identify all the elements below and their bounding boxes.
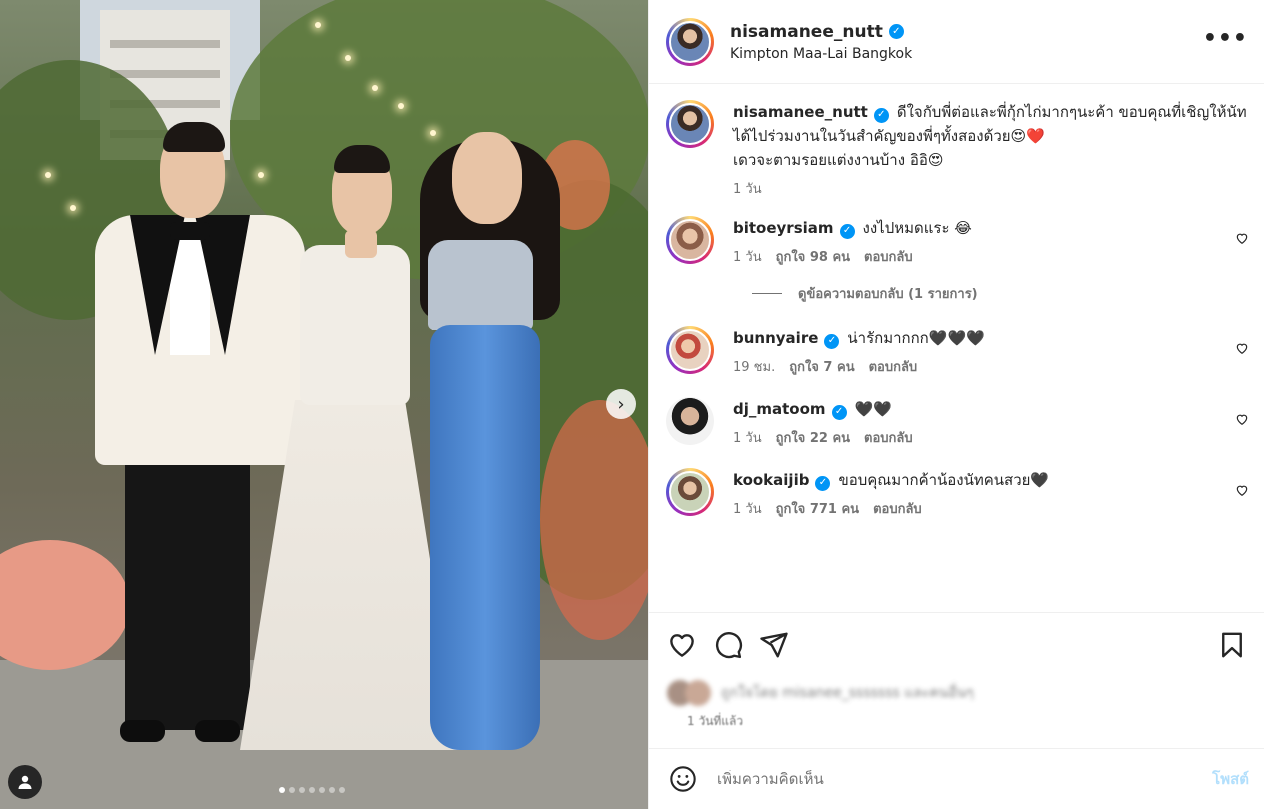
carousel-dot[interactable] <box>299 787 305 793</box>
carousel-dot[interactable] <box>319 787 325 793</box>
add-comment-bar: โพสต์ <box>649 748 1264 809</box>
string-light <box>430 130 436 136</box>
comment-time: 19 ชม. <box>733 360 776 375</box>
guest-face <box>452 132 522 224</box>
divider <box>752 293 782 294</box>
more-options-icon[interactable]: ••• <box>1203 26 1248 51</box>
string-light <box>45 172 51 178</box>
carousel-dot[interactable] <box>279 787 285 793</box>
user-icon <box>18 775 32 789</box>
like-heart-icon[interactable] <box>667 630 697 660</box>
guest-skirt <box>430 325 540 750</box>
comment: dj_matoom ✓ 🖤🖤 1 วัน ถูกใจ 22 คน ตอบกลับ <box>666 397 1249 448</box>
comment-likes[interactable]: ถูกใจ 771 คน <box>776 498 859 519</box>
post-comment-button[interactable]: โพสต์ <box>1212 767 1249 791</box>
string-light <box>345 55 351 61</box>
verified-badge-icon: ✓ <box>873 107 889 123</box>
comment-text: ขอบคุณมากค้าน้องนัทคนสวย🖤 <box>838 471 1050 489</box>
heart-icon[interactable] <box>1235 231 1249 249</box>
verified-badge-icon: ✓ <box>824 333 840 349</box>
reply-button[interactable]: ตอบกลับ <box>873 498 922 519</box>
verified-badge-icon: ✓ <box>815 475 831 491</box>
post-header: nisamanee_nutt ✓ Kimpton Maa-Lai Bangkok… <box>649 0 1264 84</box>
comment-username[interactable]: bunnyaire <box>733 329 818 347</box>
caption-username[interactable]: nisamanee_nutt <box>733 103 868 121</box>
reply-button[interactable]: ตอบกลับ <box>869 356 918 377</box>
groom-bowtie <box>170 222 210 240</box>
comment-text: 🖤🖤 <box>854 400 892 418</box>
guest-top <box>428 240 533 330</box>
flowers <box>0 540 130 670</box>
posted-time: 1 วันที่แล้ว <box>687 714 744 728</box>
comment-time: 1 วัน <box>733 502 762 517</box>
heart-icon[interactable] <box>1235 341 1249 359</box>
groom-shoe <box>195 720 240 742</box>
verified-badge-icon: ✓ <box>839 223 855 239</box>
heart-icon[interactable] <box>1235 412 1249 430</box>
reply-button[interactable]: ตอบกลับ <box>864 427 913 448</box>
comment-time: 1 วัน <box>733 431 762 446</box>
comment-username[interactable]: bitoeyrsiam <box>733 219 834 237</box>
string-light <box>372 85 378 91</box>
view-replies-button[interactable]: ดูข้อความตอบกลับ (1 รายการ) <box>752 283 1249 304</box>
comment-username[interactable]: kookaijib <box>733 471 809 489</box>
avatar <box>685 680 711 706</box>
carousel-dot[interactable] <box>309 787 315 793</box>
verified-badge-icon: ✓ <box>831 404 847 420</box>
carousel-dot[interactable] <box>339 787 345 793</box>
avatar[interactable] <box>666 397 714 445</box>
string-light <box>315 22 321 28</box>
comment-text: งงไปหมดแระ 😂 <box>862 219 972 237</box>
avatar[interactable] <box>666 468 714 516</box>
post-location[interactable]: Kimpton Maa-Lai Bangkok <box>730 46 912 62</box>
comment: bunnyaire ✓ น่ารักมากกก🖤🖤🖤 19 ชม. ถูกใจ 7 … <box>666 326 1249 377</box>
liked-by-text: ถูกใจโดย misanee_sssssss และคนอื่นๆ <box>721 685 974 701</box>
reply-button[interactable]: ตอบกลับ <box>864 246 913 267</box>
caption-time: 1 วัน <box>733 182 762 197</box>
comment-likes[interactable]: ถูกใจ 22 คน <box>776 427 850 448</box>
carousel-next-button[interactable]: › <box>606 389 636 419</box>
string-light <box>398 103 404 109</box>
bride-dress <box>300 245 410 405</box>
carousel-dot[interactable] <box>289 787 295 793</box>
liked-by[interactable]: ถูกใจโดย misanee_sssssss และคนอื่นๆ <box>667 680 1249 706</box>
comment-likes[interactable]: ถูกใจ 98 คน <box>776 246 850 267</box>
carousel-dots <box>279 787 345 793</box>
tagged-users-button[interactable] <box>8 765 42 799</box>
caption-text-2: เดวจะตามรอยแต่งงานบ้าง อิอิ😍 <box>733 151 944 169</box>
groom-shoe <box>120 720 165 742</box>
comment-username[interactable]: dj_matoom <box>733 400 826 418</box>
groom-pants <box>125 460 250 730</box>
author-username[interactable]: nisamanee_nutt <box>730 22 883 42</box>
action-bar: ถูกใจโดย misanee_sssssss และคนอื่นๆ 1 วั… <box>649 612 1264 747</box>
string-light <box>70 205 76 211</box>
avatar[interactable] <box>666 326 714 374</box>
comment-input[interactable] <box>717 770 1213 788</box>
chevron-right-icon: › <box>617 393 625 415</box>
view-replies-label: ดูข้อความตอบกลับ (1 รายการ) <box>798 287 978 302</box>
string-light <box>258 172 264 178</box>
comment: kookaijib ✓ ขอบคุณมากค้าน้องนัทคนสวย🖤 1 วั… <box>666 468 1249 519</box>
heart-icon[interactable] <box>1235 483 1249 501</box>
groom-hair <box>163 122 225 152</box>
comment-time: 1 วัน <box>733 250 762 265</box>
verified-badge-icon: ✓ <box>888 24 904 39</box>
avatar[interactable] <box>666 17 714 66</box>
comment-likes[interactable]: ถูกใจ 7 คน <box>789 356 854 377</box>
post-photo[interactable]: › <box>0 0 648 809</box>
flowers <box>540 400 648 640</box>
avatar[interactable] <box>666 216 714 264</box>
bride-neck <box>345 230 377 258</box>
share-icon[interactable] <box>759 630 789 660</box>
comment: bitoeyrsiam ✓ งงไปหมดแระ 😂 1 วัน ถูกใจ 98 … <box>666 216 1249 267</box>
comment-text: น่ารักมากกก🖤🖤🖤 <box>847 329 985 347</box>
avatar[interactable] <box>666 100 714 148</box>
emoji-icon[interactable] <box>669 765 697 793</box>
caption: nisamanee_nutt ✓ ดีใจกับพี่ต่อและพี่กุ้กไก… <box>666 100 1249 199</box>
save-bookmark-icon[interactable] <box>1217 630 1247 660</box>
post-panel: nisamanee_nutt ✓ Kimpton Maa-Lai Bangkok… <box>648 0 1264 809</box>
comments-list[interactable]: nisamanee_nutt ✓ ดีใจกับพี่ต่อและพี่กุ้กไก… <box>649 85 1264 612</box>
comment-icon[interactable] <box>713 630 743 660</box>
carousel-dot[interactable] <box>329 787 335 793</box>
